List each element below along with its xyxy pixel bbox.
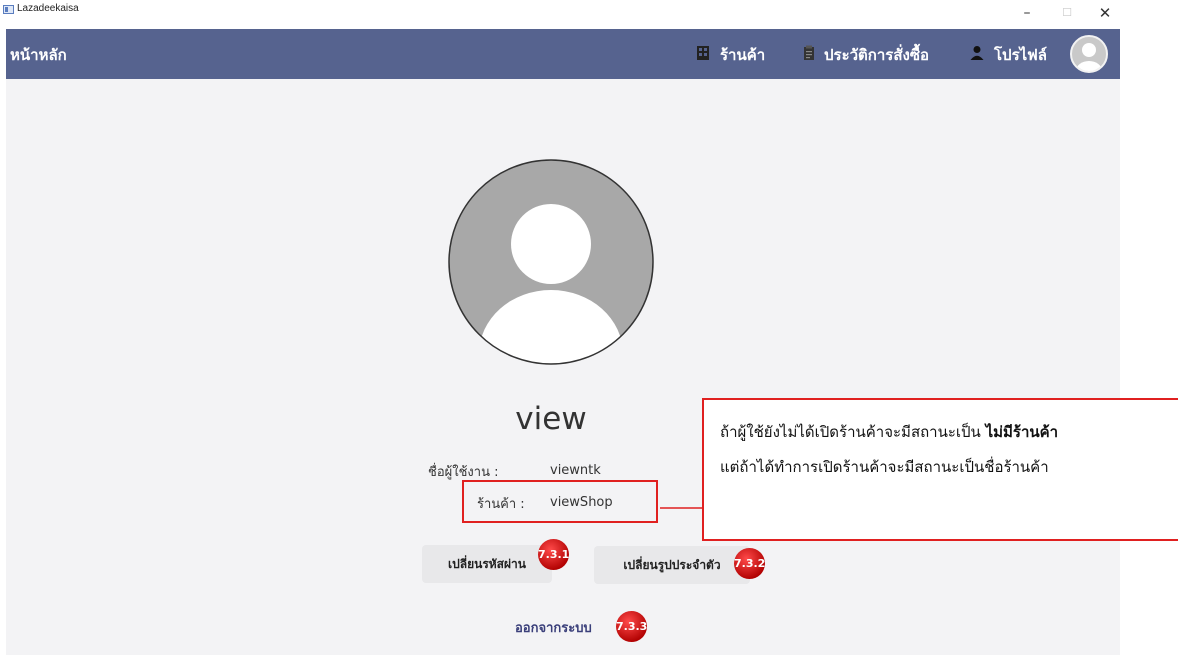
user-icon — [970, 46, 984, 60]
change-avatar-button[interactable]: เปลี่ยนรูปประจำตัว — [594, 546, 750, 584]
username-label: ชื่อผู้ใช้งาน : — [428, 465, 499, 480]
annotation-line-2: แต่ถ้าได้ทำการเปิดร้านค้าจะมีสถานะเป็นชื… — [720, 458, 1049, 476]
nav-avatar-button[interactable] — [1070, 35, 1108, 73]
profile-avatar — [448, 159, 654, 365]
profile-page: view ชื่อผู้ใช้งาน : viewntk ร้านค้า : v… — [6, 79, 1120, 655]
annotation-callout: ถ้าผู้ใช้ยังไม่ได้เปิดร้านค้าจะมีสถานะเป… — [702, 398, 1178, 541]
close-button[interactable]: ✕ — [1090, 2, 1120, 24]
step-badge-7-3-2: 7.3.2 — [734, 548, 765, 579]
app-window-icon — [3, 5, 14, 14]
nav-home-link[interactable]: หน้าหลัก — [10, 43, 67, 67]
shop-highlight-box — [462, 480, 658, 523]
annotation-line-1-bold: ไม่มีร้านค้า — [985, 423, 1059, 441]
nav-history-link[interactable]: ประวัติการสั่งซื้อ — [824, 43, 929, 67]
logout-link[interactable]: ออกจากระบบ — [515, 617, 592, 638]
nav-shop-link[interactable]: ร้านค้า — [720, 43, 765, 67]
annotation-line-1-text: ถ้าผู้ใช้ยังไม่ได้เปิดร้านค้าจะมีสถานะเป… — [720, 423, 986, 441]
nav-profile-link[interactable]: โปรไฟล์ — [994, 43, 1047, 67]
username-value: viewntk — [550, 463, 601, 478]
clipboard-icon — [804, 45, 814, 60]
window-title: Lazadeekaisa — [17, 3, 79, 14]
minimize-button[interactable]: – — [1012, 2, 1042, 24]
step-badge-7-3-1: 7.3.1 — [538, 539, 569, 570]
top-navbar: หน้าหลัก ร้านค้า ประวัติการสั่งซื้อ โปรไ… — [6, 29, 1120, 79]
annotation-line-1: ถ้าผู้ใช้ยังไม่ได้เปิดร้านค้าจะมีสถานะเป… — [720, 420, 1058, 444]
change-password-button[interactable]: เปลี่ยนรหัสผ่าน — [422, 545, 552, 583]
maximize-button[interactable]: ☐ — [1052, 2, 1082, 24]
profile-display-name: view — [515, 401, 587, 437]
step-badge-7-3-3: 7.3.3 — [616, 611, 647, 642]
store-icon — [697, 46, 709, 60]
window-titlebar: Lazadeekaisa – ☐ ✕ — [0, 0, 1124, 29]
default-avatar-icon — [1076, 43, 1102, 71]
